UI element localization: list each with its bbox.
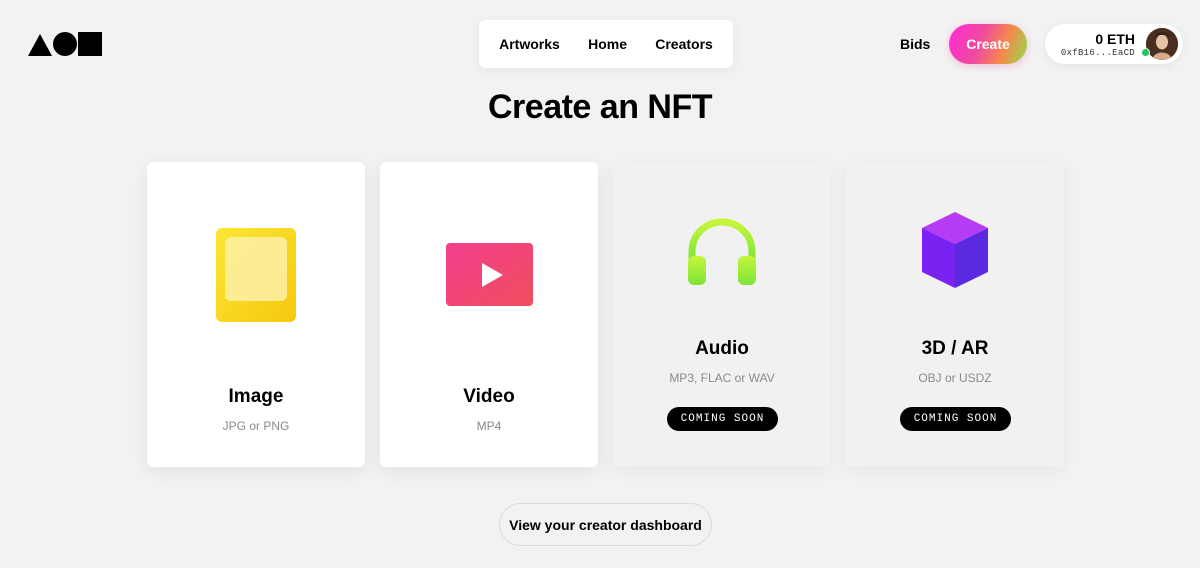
card-image[interactable]: Image JPG or PNG	[147, 162, 365, 467]
play-icon	[446, 243, 533, 306]
card-formats: MP4	[476, 419, 502, 433]
nav-creators[interactable]: Creators	[649, 32, 719, 56]
wallet-address: 0xfB16...EaCD	[1060, 48, 1135, 58]
bids-link[interactable]: Bids	[900, 36, 930, 52]
coming-soon-badge: COMING SOON	[900, 407, 1011, 431]
main-nav: Artworks Home Creators	[479, 20, 733, 68]
card-title: Audio	[695, 338, 749, 359]
wallet-balance: 0 ETH	[1095, 31, 1135, 47]
wallet-button[interactable]: 0 ETH 0xfB16...EaCD	[1045, 24, 1183, 64]
avatar	[1146, 28, 1178, 60]
shapes-logo-icon[interactable]	[28, 32, 102, 56]
creator-dashboard-button[interactable]: View your creator dashboard	[499, 503, 712, 546]
online-status-dot	[1141, 48, 1150, 57]
card-title: 3D / AR	[921, 338, 989, 359]
cube-icon	[922, 212, 988, 288]
card-title: Video	[463, 386, 515, 407]
create-button[interactable]: Create	[949, 24, 1027, 64]
card-video[interactable]: Video MP4	[380, 162, 598, 467]
image-icon	[216, 228, 296, 322]
nav-home[interactable]: Home	[582, 32, 633, 56]
card-title: Image	[228, 386, 284, 407]
card-audio: Audio MP3, FLAC or WAV COMING SOON	[613, 162, 831, 467]
coming-soon-badge: COMING SOON	[667, 407, 778, 431]
page-title: Create an NFT	[488, 88, 713, 126]
headphones-icon	[688, 218, 756, 285]
card-formats: MP3, FLAC or WAV	[669, 371, 775, 385]
card-3d-ar: 3D / AR OBJ or USDZ COMING SOON	[846, 162, 1064, 467]
nav-artworks[interactable]: Artworks	[493, 32, 566, 56]
card-formats: OBJ or USDZ	[918, 371, 992, 385]
card-formats: JPG or PNG	[222, 419, 290, 433]
